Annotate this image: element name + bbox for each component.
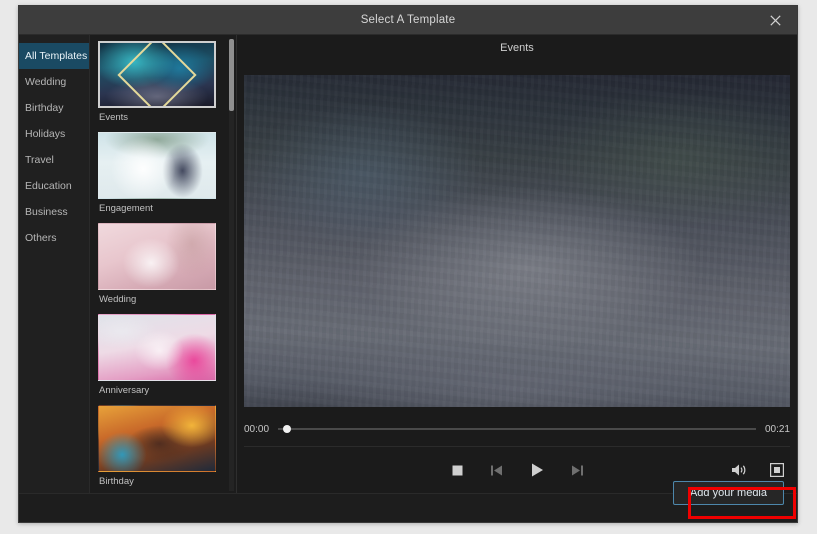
step-forward-icon[interactable]	[568, 461, 586, 479]
sidebar-item-label: Education	[25, 180, 72, 192]
screen-root: Select A Template All Templates Wedding …	[0, 0, 817, 534]
close-icon[interactable]	[753, 6, 797, 35]
category-sidebar: All Templates Wedding Birthday Holidays …	[19, 35, 90, 495]
video-preview[interactable]	[244, 75, 790, 407]
seek-track	[278, 428, 756, 430]
sidebar-item-education[interactable]: Education	[19, 173, 89, 199]
sidebar-item-business[interactable]: Business	[19, 199, 89, 225]
dialog-footer: Add your media	[19, 481, 797, 522]
video-overlay	[244, 75, 790, 407]
template-thumbnail-image	[98, 41, 216, 108]
template-item-label: Events	[99, 112, 129, 123]
template-item-wedding[interactable]: Wedding	[98, 223, 216, 306]
sidebar-item-label: Others	[25, 232, 57, 244]
select-template-dialog: Select A Template All Templates Wedding …	[18, 5, 798, 523]
dialog-body: All Templates Wedding Birthday Holidays …	[19, 35, 797, 522]
template-thumbnail-image	[98, 223, 216, 290]
template-item-label: Engagement	[99, 203, 153, 214]
sidebar-item-label: Business	[25, 206, 68, 218]
total-time-label: 00:21	[764, 423, 790, 435]
preview-title: Events	[500, 42, 534, 54]
sidebar-item-label: All Templates	[25, 50, 88, 62]
preview-pane: Events 00:00 00:21	[237, 35, 797, 495]
template-list: Events Engagement Wedding Anniversary Bi…	[90, 35, 237, 495]
template-item-events[interactable]: Events	[98, 41, 216, 124]
scrollbar-thumb[interactable]	[229, 39, 234, 111]
sidebar-item-birthday[interactable]: Birthday	[19, 95, 89, 121]
template-item-anniversary[interactable]: Anniversary	[98, 314, 216, 397]
add-your-media-button[interactable]: Add your media	[672, 481, 784, 505]
template-item-label: Wedding	[99, 294, 137, 305]
sidebar-item-label: Wedding	[25, 76, 67, 88]
template-thumbnail-image	[98, 314, 216, 381]
volume-icon[interactable]	[730, 461, 748, 479]
sidebar-item-label: Holidays	[25, 128, 66, 140]
play-icon[interactable]	[528, 461, 546, 479]
template-thumbnail-image	[98, 132, 216, 199]
sidebar-item-wedding[interactable]: Wedding	[19, 69, 89, 95]
step-backward-icon[interactable]	[488, 461, 506, 479]
sidebar-item-holidays[interactable]: Holidays	[19, 121, 89, 147]
controls-divider	[244, 446, 790, 447]
template-thumbnail-image	[98, 405, 216, 472]
template-item-label: Anniversary	[99, 385, 150, 396]
sidebar-item-label: Birthday	[25, 102, 64, 114]
timeline: 00:00 00:21	[244, 417, 790, 441]
sidebar-item-travel[interactable]: Travel	[19, 147, 89, 173]
seek-playhead-handle[interactable]	[283, 425, 292, 433]
sidebar-item-label: Travel	[25, 154, 54, 166]
sidebar-item-all-templates[interactable]: All Templates	[19, 43, 89, 69]
template-item-engagement[interactable]: Engagement	[98, 132, 216, 215]
current-time-label: 00:00	[244, 423, 270, 435]
diamond-frame-icon	[117, 43, 197, 106]
dialog-title: Select A Template	[360, 14, 456, 26]
template-list-scrollarea: Events Engagement Wedding Anniversary Bi…	[90, 35, 236, 495]
dialog-titlebar: Select A Template	[19, 6, 797, 35]
template-item-birthday[interactable]: Birthday	[98, 405, 216, 488]
template-list-scrollbar[interactable]	[229, 39, 234, 491]
seek-slider[interactable]	[278, 422, 756, 436]
fullscreen-icon[interactable]	[768, 461, 786, 479]
add-media-button-wrap: Add your media	[672, 481, 784, 505]
template-item-label: Birthday	[99, 476, 134, 487]
stop-icon[interactable]	[448, 461, 466, 479]
sidebar-item-others[interactable]: Others	[19, 225, 89, 251]
